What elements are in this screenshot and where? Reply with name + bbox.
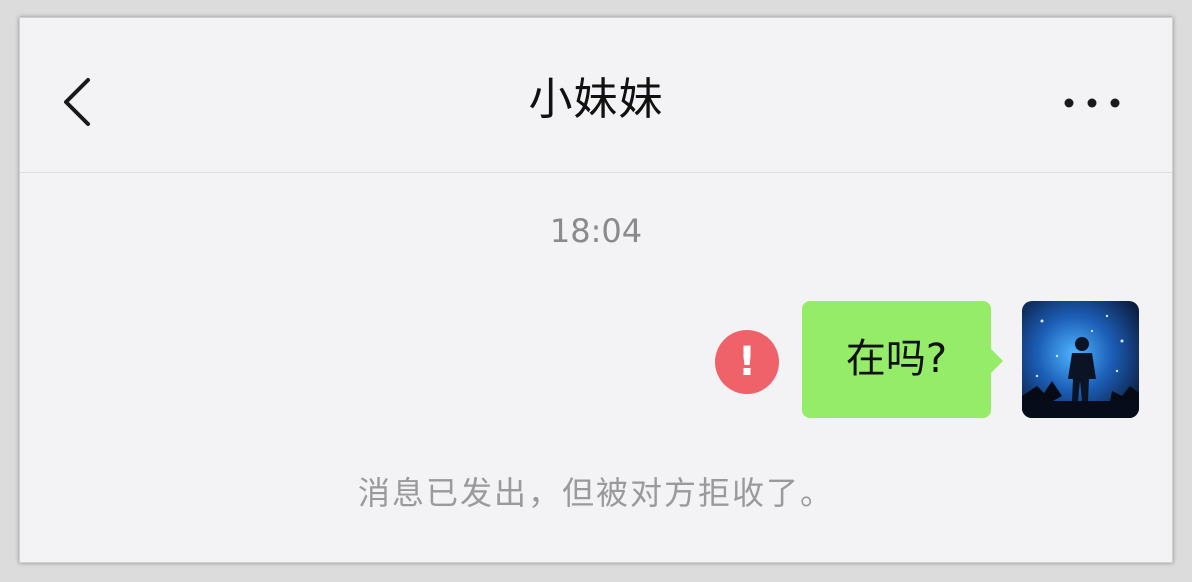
chat-title: 小妹妹: [528, 74, 664, 125]
more-dots-icon: [1064, 98, 1120, 108]
message-timestamp: 18:04: [549, 212, 643, 250]
message-bubble[interactable]: 在吗?: [802, 301, 991, 418]
more-button[interactable]: [1062, 88, 1122, 118]
rejected-notice: 消息已发出，但被对方拒收了。: [357, 474, 834, 512]
message-row: ! 在吗?: [20, 301, 1172, 421]
avatar-image: [1022, 301, 1139, 418]
avatar[interactable]: [1022, 301, 1139, 418]
send-failed-icon[interactable]: !: [715, 330, 779, 394]
bubble-tail: [989, 347, 1003, 375]
chat-header: 小妹妹: [20, 18, 1172, 173]
chat-window: 小妹妹 18:04 ! 在吗? 消息已发出，但被对方拒收了。: [19, 17, 1173, 563]
